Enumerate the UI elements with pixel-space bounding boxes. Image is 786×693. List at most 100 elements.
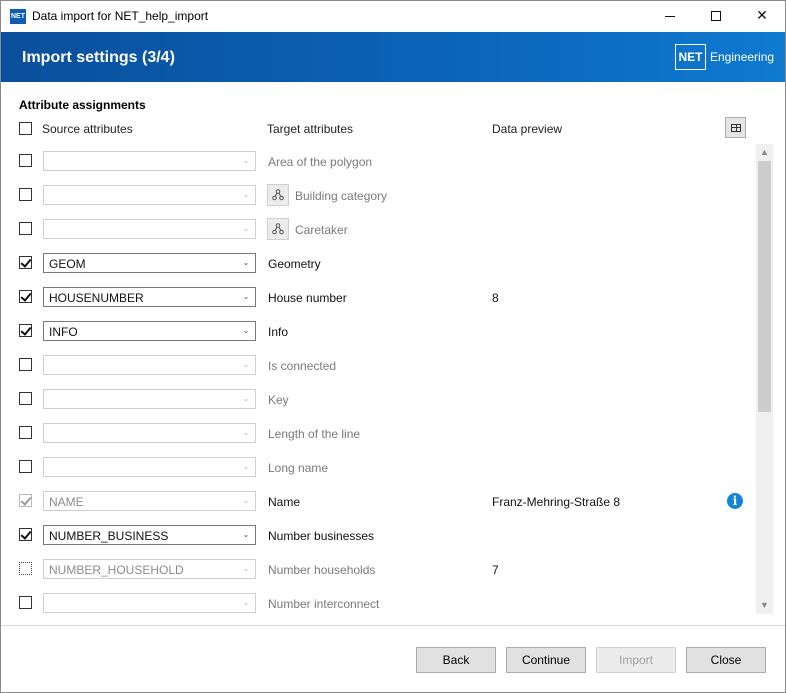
source-attribute-value: NAME (49, 495, 84, 509)
row-checkbox[interactable] (19, 324, 32, 337)
import-button[interactable]: Import (596, 647, 676, 673)
attribute-list: ⌄ Area of the polygon ⌄ Building category ⌄ C… (1, 144, 756, 622)
app-logo-icon: NET (10, 9, 26, 24)
chevron-down-icon: ⌄ (242, 258, 250, 267)
footer: Back Continue Import Close (1, 626, 785, 692)
column-header-target: Target attributes (267, 122, 354, 136)
attribute-row: ⌄ Length of the line (1, 416, 756, 450)
attribute-row: INFO ⌄ Info (1, 314, 756, 348)
chevron-down-icon: ⌄ (242, 394, 250, 403)
row-checkbox[interactable] (19, 596, 32, 609)
source-attribute-dropdown[interactable]: NUMBER_HOUSEHOLD ⌄ (43, 559, 256, 579)
chevron-down-icon: ⌄ (242, 462, 250, 471)
source-attribute-dropdown[interactable]: NAME ⌄ (43, 491, 256, 511)
target-attribute-label: Number households (268, 563, 376, 577)
info-icon[interactable]: i (727, 493, 743, 509)
scroll-down-arrow-icon[interactable]: ▼ (756, 597, 773, 614)
source-attribute-value: INFO (49, 325, 78, 339)
target-attribute-label: Building category (295, 189, 388, 203)
row-checkbox[interactable] (19, 290, 32, 303)
source-attribute-value: GEOM (49, 257, 86, 271)
source-attribute-value: NUMBER_HOUSEHOLD (49, 563, 184, 577)
row-checkbox[interactable] (19, 188, 32, 201)
row-checkbox[interactable] (19, 528, 32, 541)
target-attribute-label: Key (268, 393, 289, 407)
target-attribute-label: House number (268, 291, 347, 305)
maximize-button[interactable] (693, 1, 739, 32)
target-attribute-label: Long name (268, 461, 329, 475)
target-attribute-label: Area of the polygon (268, 155, 373, 169)
relation-link-icon[interactable] (267, 184, 289, 206)
target-attribute-label: Number businesses (268, 529, 375, 543)
relation-link-icon[interactable] (267, 218, 289, 240)
brand-logo-box: NET (675, 44, 706, 70)
row-checkbox[interactable] (19, 460, 32, 473)
scroll-thumb[interactable] (758, 161, 771, 412)
chevron-down-icon: ⌄ (242, 156, 250, 165)
target-attribute-label: Is connected (268, 359, 337, 373)
source-attribute-dropdown[interactable]: ⌄ (43, 185, 256, 205)
chevron-down-icon: ⌄ (242, 428, 250, 437)
source-attribute-dropdown[interactable]: ⌄ (43, 219, 256, 239)
chevron-down-icon: ⌄ (242, 292, 250, 301)
row-checkbox[interactable] (19, 358, 32, 371)
row-checkbox[interactable] (19, 494, 32, 507)
data-preview-value: 7 (492, 563, 499, 577)
attribute-row: NAME ⌄ Name Franz-Mehring-Straße 8 i (1, 484, 756, 518)
data-preview-value: Franz-Mehring-Straße 8 (492, 495, 621, 509)
source-attribute-dropdown[interactable]: ⌄ (43, 593, 256, 613)
source-attribute-dropdown[interactable]: ⌄ (43, 457, 256, 477)
row-checkbox[interactable] (19, 154, 32, 167)
close-window-button[interactable]: ✕ (739, 1, 785, 32)
minimize-button[interactable] (647, 1, 693, 32)
attribute-row: ⌄ Caretaker (1, 212, 756, 246)
table-view-button[interactable] (725, 117, 746, 138)
source-attribute-dropdown[interactable]: ⌄ (43, 355, 256, 375)
source-attribute-dropdown[interactable]: ⌄ (43, 151, 256, 171)
scroll-up-arrow-icon[interactable]: ▲ (756, 144, 773, 161)
source-attribute-value: NUMBER_BUSINESS (49, 529, 169, 543)
title-bar[interactable]: NET Data import for NET_help_import ✕ (1, 1, 785, 32)
import-dialog-window: NET Data import for NET_help_import ✕ Im… (0, 0, 786, 693)
row-checkbox[interactable] (19, 222, 32, 235)
attribute-row: ⌄ Building category (1, 178, 756, 212)
target-attribute-label: Info (268, 325, 289, 339)
close-button[interactable]: Close (686, 647, 766, 673)
page-title: Import settings (3/4) (22, 49, 175, 66)
row-checkbox[interactable] (19, 426, 32, 439)
data-preview-value: 8 (492, 291, 499, 305)
select-all-checkbox[interactable] (19, 122, 32, 135)
source-attribute-dropdown[interactable]: NUMBER_BUSINESS ⌄ (43, 525, 256, 545)
source-attribute-dropdown[interactable]: HOUSENUMBER ⌄ (43, 287, 256, 307)
chevron-down-icon: ⌄ (242, 190, 250, 199)
target-attribute-label: Name (268, 495, 301, 509)
target-attribute-label: Caretaker (295, 223, 348, 237)
attribute-row: NUMBER_BUSINESS ⌄ Number businesses (1, 518, 756, 552)
target-attribute-label: Number interconnect (268, 597, 380, 611)
source-attribute-dropdown[interactable]: ⌄ (43, 423, 256, 443)
column-header-source: Source attributes (42, 122, 133, 136)
row-checkbox[interactable] (19, 256, 32, 269)
back-button[interactable]: Back (416, 647, 496, 673)
attribute-row: ⌄ Key (1, 382, 756, 416)
source-attribute-dropdown[interactable]: INFO ⌄ (43, 321, 256, 341)
continue-button[interactable]: Continue (506, 647, 586, 673)
vertical-scrollbar[interactable]: ▲ ▼ (756, 144, 773, 614)
minimize-icon (665, 16, 675, 17)
attribute-row: GEOM ⌄ Geometry (1, 246, 756, 280)
window-title: Data import for NET_help_import (32, 9, 209, 23)
row-checkbox[interactable] (19, 392, 32, 405)
chevron-down-icon: ⌄ (242, 224, 250, 233)
chevron-down-icon: ⌄ (242, 530, 250, 539)
wizard-header: Import settings (3/4) NET Engineering (1, 32, 785, 82)
section-title: Attribute assignments (19, 98, 146, 112)
source-attribute-dropdown[interactable]: ⌄ (43, 389, 256, 409)
attribute-row: ⌄ Is connected (1, 348, 756, 382)
target-attribute-label: Length of the line (268, 427, 361, 441)
attribute-row: NUMBER_HOUSEHOLD ⌄ Number households 7 (1, 552, 756, 586)
close-icon: ✕ (756, 8, 768, 24)
source-attribute-dropdown[interactable]: GEOM ⌄ (43, 253, 256, 273)
chevron-down-icon: ⌄ (242, 598, 250, 607)
row-checkbox[interactable] (19, 562, 32, 575)
column-header-preview: Data preview (492, 122, 563, 136)
